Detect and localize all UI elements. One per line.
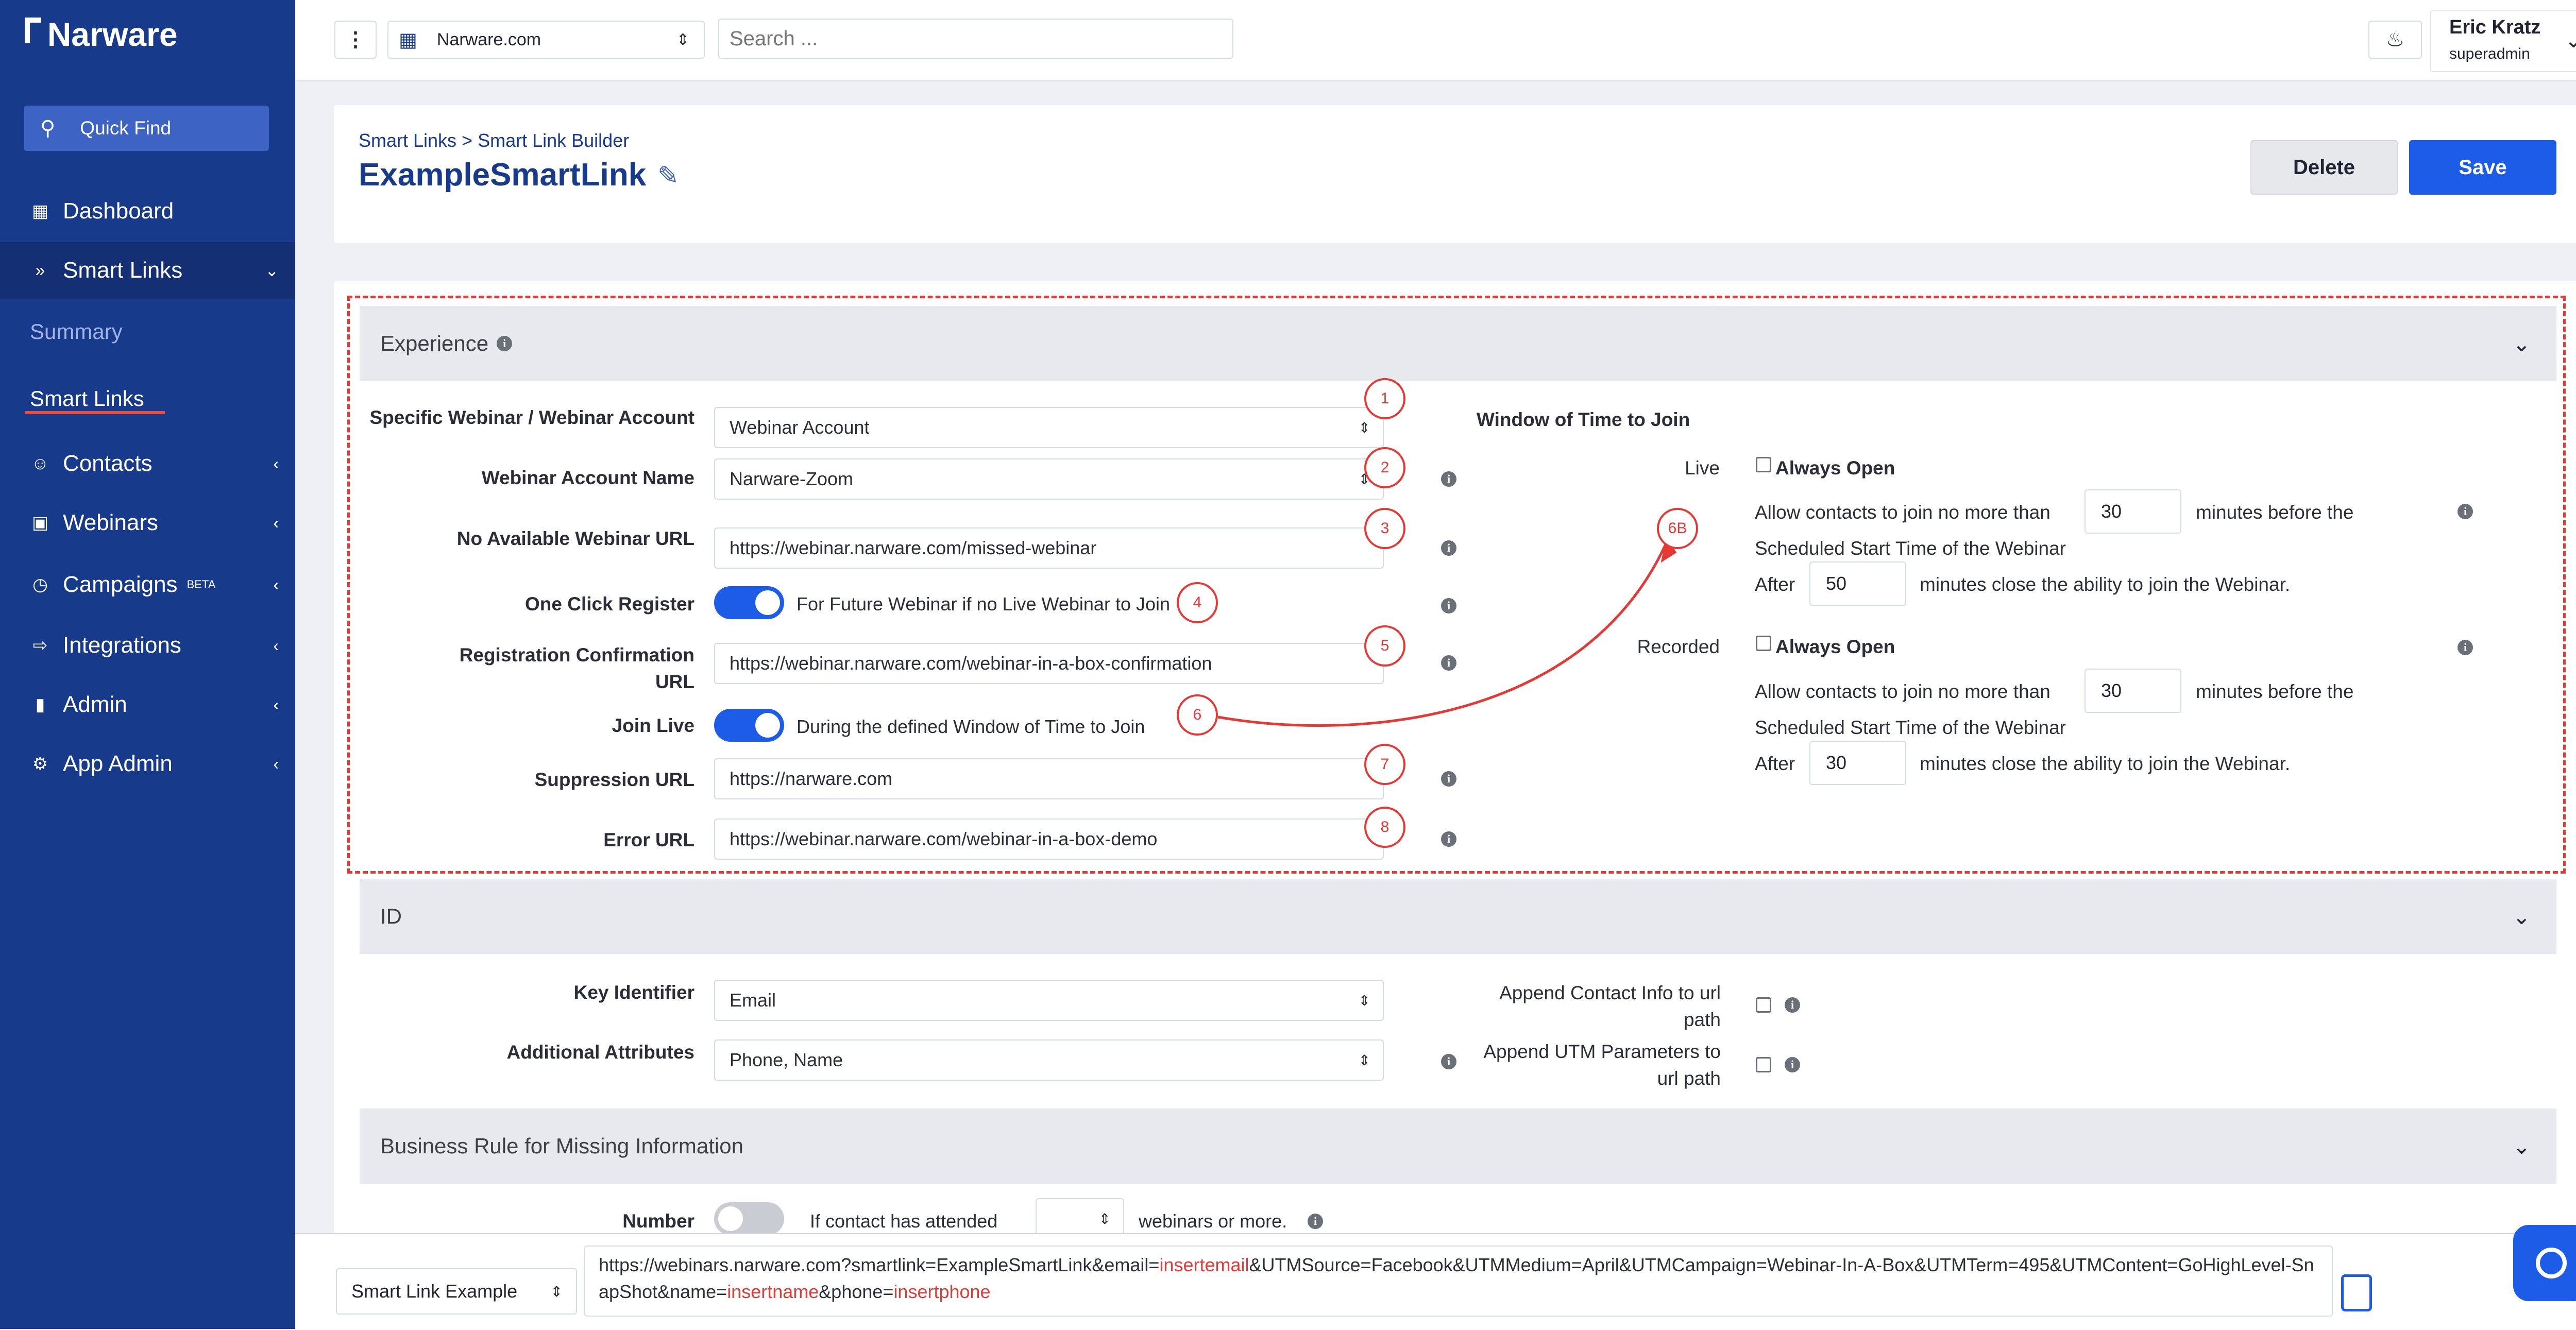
append-contact-checkbox[interactable] [1756, 997, 1771, 1013]
live-after-minutes-input[interactable]: 50 [1809, 561, 1906, 606]
append-utm-label: Append UTM Parameters to url path [1483, 1041, 1721, 1089]
info-icon: i [1308, 1214, 1323, 1229]
chevron-down-icon: ⌄ [2512, 1134, 2531, 1158]
id-section-header[interactable]: ID ⌄ [360, 879, 2556, 954]
smart-link-url-output[interactable]: https://webinars.narware.com?smartlink=E… [584, 1246, 2333, 1317]
live-scheduled-text: Scheduled Start Time of the Webinar [1755, 538, 2066, 559]
recorded-after-minutes-input[interactable]: 30 [1809, 741, 1906, 785]
select-arrows-icon: ⇕ [550, 1283, 563, 1300]
live-before-text: Allow contacts to join no more than [1755, 502, 2050, 523]
webinars-or-more-text: webinars or more. [1139, 1210, 1287, 1232]
info-icon: i [2458, 504, 2473, 519]
annotation-3: 3 [1364, 508, 1405, 549]
select-arrows-icon: ⇕ [1358, 992, 1370, 1009]
live-always-open-checkbox[interactable] [1756, 457, 1771, 472]
live-before-minutes-input[interactable]: 30 [2084, 489, 2181, 534]
annotation-5: 5 [1364, 625, 1405, 667]
recorded-before-text: Allow contacts to join no more than [1755, 681, 2050, 702]
window-title: Window of Time to Join [1477, 409, 1690, 430]
additional-attributes-select[interactable]: Phone, Name ⇕ [714, 1039, 1384, 1081]
recorded-always-open-checkbox[interactable] [1756, 636, 1771, 651]
live-after-label: After [1755, 574, 1795, 595]
annotation-6: 6 [1177, 694, 1218, 736]
chat-icon [2536, 1248, 2567, 1278]
select-arrows-icon: ⇕ [1098, 1210, 1111, 1227]
recorded-scheduled-text: Scheduled Start Time of the Webinar [1755, 717, 2066, 738]
annotation-4: 4 [1177, 582, 1218, 623]
toggle-knob [718, 1206, 743, 1231]
recorded-before-text-2: minutes before the [2196, 681, 2354, 702]
info-icon: i [2458, 640, 2473, 655]
chevron-down-icon: ⌄ [2512, 904, 2531, 929]
select-arrows-icon: ⇕ [1358, 1052, 1370, 1068]
number-toggle[interactable] [714, 1202, 784, 1235]
info-icon: i [1785, 997, 1800, 1013]
key-identifier-label: Key Identifier [573, 982, 694, 1003]
annotation-2: 2 [1364, 447, 1405, 488]
append-utm-checkbox[interactable] [1756, 1057, 1771, 1072]
annotation-8: 8 [1364, 807, 1405, 848]
recorded-after-label: After [1755, 753, 1795, 774]
live-label: Live [1685, 457, 1720, 479]
business-rule-section-header[interactable]: Business Rule for Missing Information ⌄ [360, 1109, 2556, 1184]
annotation-7: 7 [1364, 744, 1405, 785]
annotation-6b: 6B [1657, 508, 1698, 549]
smart-link-example-select[interactable]: Smart Link Example ⇕ [336, 1268, 577, 1315]
live-before-text-2: minutes before the [2196, 502, 2354, 523]
recorded-always-open-label: Always Open [1775, 636, 1895, 657]
recorded-after-text: minutes close the ability to join the We… [1920, 753, 2291, 774]
annotation-1: 1 [1364, 378, 1405, 419]
live-after-text: minutes close the ability to join the We… [1920, 574, 2291, 595]
chat-widget-button[interactable] [2513, 1225, 2576, 1301]
number-label: Number [622, 1210, 694, 1232]
additional-attributes-label: Additional Attributes [506, 1042, 695, 1063]
recorded-before-minutes-input[interactable]: 30 [2084, 669, 2181, 713]
copy-icon[interactable] [2341, 1274, 2372, 1311]
key-identifier-select[interactable]: Email ⇕ [714, 980, 1384, 1021]
if-attended-text: If contact has attended [810, 1210, 998, 1232]
live-always-open-label: Always Open [1775, 457, 1895, 479]
info-icon: i [1785, 1057, 1800, 1072]
append-contact-label: Append Contact Info to url path [1499, 982, 1721, 1030]
recorded-label: Recorded [1637, 636, 1720, 657]
